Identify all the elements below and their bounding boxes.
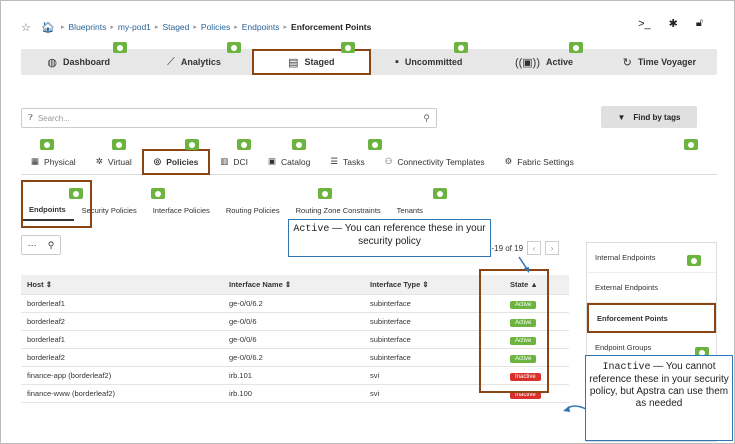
search-icon: ⚲ (47, 239, 55, 250)
status-badge (40, 139, 54, 150)
tab-connectivity-templates[interactable]: ⚇ Connectivity Templates (375, 149, 495, 175)
tab-time-voyager[interactable]: ↻ Time Voyager (602, 49, 717, 75)
home-icon[interactable]: 🏠︎ (41, 21, 55, 34)
breadcrumb: ▸ Blueprints ▸ my-pod1 ▸ Staged ▸ Polici… (61, 22, 372, 32)
status-badge (227, 42, 241, 53)
status-badge (318, 188, 332, 199)
tab-virtual[interactable]: ✲ Virtual (86, 149, 142, 175)
col-interface-name[interactable]: Interface Name ⇕ (223, 280, 364, 289)
physical-icon: ▦ (31, 156, 40, 166)
tab-routing-zone-constraints[interactable]: Routing Zone Constraints (288, 199, 389, 221)
filter-icon: ▼ (617, 112, 626, 122)
policy-tabs: Endpoints Security Policies Interface Po… (21, 199, 501, 221)
tab-tenants[interactable]: Tenants (389, 199, 431, 221)
status-badge (113, 42, 127, 53)
status-badge (684, 139, 698, 150)
policies-icon: ◎ (153, 156, 162, 166)
settings-icon: ⚙ (504, 156, 513, 166)
pagination-count: 1-19 of 19 (487, 243, 524, 253)
status-badge (292, 139, 306, 150)
lock-icon[interactable]: 🔓︎ (696, 17, 703, 30)
history-icon: ↻ (622, 56, 632, 69)
pagination: 1-19 of 19 ‹ › (487, 241, 560, 255)
status-badge (112, 139, 126, 150)
active-callout: Active — You can reference these in your… (288, 219, 491, 257)
tab-interface-policies[interactable]: Interface Policies (145, 199, 218, 221)
inactive-callout: Inactive — You cannot reference these in… (585, 355, 733, 441)
tab-policies[interactable]: ◎ Policies (141, 148, 211, 175)
breadcrumb-my-pod1[interactable]: my-pod1 (118, 22, 151, 32)
side-item-enforcement-points[interactable]: Enforcement Points (587, 303, 716, 333)
tab-tasks[interactable]: ☰ Tasks (320, 149, 374, 175)
status-badge (151, 188, 165, 199)
blueprint-subnav: ▦ Physical ✲ Virtual ◎ Policies ▥ DCI ▣ Catal… (21, 148, 717, 175)
virtual-icon: ✲ (95, 156, 103, 166)
state-column-highlight (479, 269, 549, 393)
tab-catalog[interactable]: ▣ Catalog (258, 149, 320, 175)
connectivity-icon: ⚇ (384, 156, 393, 166)
document-icon: ▤ (288, 56, 299, 69)
status-badge (341, 42, 355, 53)
tasks-icon: ☰ (330, 156, 338, 166)
tab-uncommitted[interactable]: ▪ Uncommitted (371, 49, 486, 75)
find-by-tags-button[interactable]: ▼ Find by tags (601, 106, 697, 128)
status-badge (687, 255, 701, 266)
status-badge (69, 188, 83, 199)
dci-icon: ▥ (220, 156, 229, 166)
col-interface-type[interactable]: Interface Type ⇕ (364, 280, 496, 289)
next-page-button[interactable]: › (545, 241, 560, 255)
status-badge (433, 188, 447, 199)
callout-arrow-icon (563, 405, 587, 412)
search-input[interactable]: ❓︎ Search... ⚲ (21, 108, 437, 128)
tab-dci[interactable]: ▥ DCI (210, 149, 258, 175)
active-icon: ((▣)) (514, 56, 540, 69)
table-actions-button[interactable]: ⋯ ⚲ (21, 235, 61, 255)
prev-page-button[interactable]: ‹ (527, 241, 542, 255)
status-badge (454, 42, 468, 53)
breadcrumb-bar: ☆ 🏠︎ ▸ Blueprints ▸ my-pod1 ▸ Staged ▸ P… (21, 13, 717, 41)
toolbar-right: >_ ✱ 🔓︎ (638, 17, 703, 30)
chart-icon: ⟋ (167, 55, 175, 68)
callout-arrow-icon (518, 256, 529, 273)
breadcrumb-endpoints[interactable]: Endpoints (242, 22, 280, 32)
tab-physical[interactable]: ▦ Physical (21, 149, 86, 175)
status-badge (569, 42, 583, 53)
tab-fabric-settings[interactable]: ⚙ Fabric Settings (495, 149, 584, 175)
breadcrumb-current: Enforcement Points (291, 22, 372, 32)
star-icon[interactable]: ☆ (21, 21, 35, 34)
breadcrumb-staged[interactable]: Staged (162, 22, 189, 32)
help-icon: ❓︎ (28, 113, 33, 122)
status-badge (185, 139, 199, 150)
more-icon: ⋯ (27, 239, 37, 250)
catalog-icon: ▣ (268, 156, 277, 166)
terminal-icon[interactable]: >_ (638, 18, 651, 30)
app-frame: ☆ 🏠︎ ▸ Blueprints ▸ my-pod1 ▸ Staged ▸ P… (0, 0, 735, 444)
uncommitted-icon: ▪ (394, 56, 399, 68)
search-icon[interactable]: ⚲ (423, 113, 430, 124)
tab-active[interactable]: ((▣)) Active (486, 49, 601, 75)
dashboard-icon: ◍ (47, 56, 57, 69)
side-item-external-endpoints[interactable]: External Endpoints (587, 273, 716, 303)
breadcrumb-blueprints[interactable]: Blueprints (69, 22, 107, 32)
bug-icon[interactable]: ✱ (669, 17, 678, 30)
status-badge (237, 139, 251, 150)
col-host[interactable]: Host ⇕ (21, 280, 223, 289)
tab-routing-policies[interactable]: Routing Policies (218, 199, 288, 221)
status-badge (368, 139, 382, 150)
breadcrumb-policies[interactable]: Policies (201, 22, 230, 32)
